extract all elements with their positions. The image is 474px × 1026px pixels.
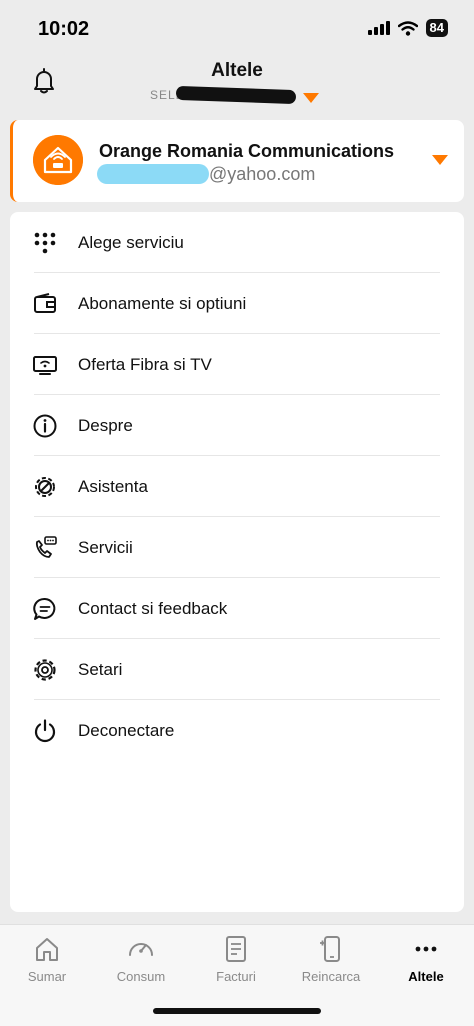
wallet-icon: [34, 293, 56, 313]
more-dots-icon: [415, 946, 437, 952]
menu-item-label: Oferta Fibra si TV: [78, 355, 212, 374]
signal-icon: [367, 21, 390, 35]
battery-indicator: 84: [425, 19, 448, 37]
phone-topup-icon: [320, 936, 340, 962]
redaction-mark: [175, 85, 297, 105]
menu-item-label: Servicii: [78, 538, 133, 557]
gear-wrench-icon: [35, 477, 55, 497]
page-title: Altele: [211, 60, 263, 81]
invoice-icon: [226, 936, 246, 962]
tab-consum[interactable]: Consum: [94, 925, 188, 995]
tab-altele[interactable]: Altele: [379, 925, 473, 995]
chat-bubble-icon: [33, 597, 56, 620]
menu-item-servicii[interactable]: Servicii: [10, 517, 464, 578]
page-header: Altele SELE: [0, 56, 474, 114]
dial-pad-icon: [34, 232, 56, 254]
status-bar: 10:02 84: [0, 0, 474, 56]
gear-icon: [34, 659, 56, 681]
home-indicator: [153, 1008, 321, 1014]
menu-item-abonamente[interactable]: Abonamente si optiuni: [10, 273, 464, 334]
wifi-icon: [397, 20, 418, 36]
tab-reincarca[interactable]: Reincarca: [284, 925, 378, 995]
menu-item-alege-serviciu[interactable]: Alege serviciu: [10, 212, 464, 273]
home-router-icon: [33, 135, 83, 185]
menu-item-contact-feedback[interactable]: Contact si feedback: [10, 578, 464, 639]
menu-item-oferta-fibra[interactable]: Oferta Fibra si TV: [10, 334, 464, 395]
menu-item-label: Despre: [78, 416, 133, 435]
status-icons: 84: [367, 19, 448, 37]
gauge-icon: [129, 943, 153, 956]
status-time: 10:02: [38, 18, 90, 40]
redaction-mark: [97, 164, 209, 184]
tab-label: Sumar: [27, 969, 67, 984]
tv-wifi-icon: [33, 356, 57, 375]
info-icon: [33, 414, 57, 438]
menu-item-deconectare[interactable]: Deconectare: [10, 700, 464, 761]
phone-chat-icon: [35, 536, 57, 558]
tab-label: Facturi: [216, 969, 256, 984]
tab-sumar[interactable]: Sumar: [0, 925, 94, 995]
menu-item-setari[interactable]: Setari: [10, 639, 464, 700]
menu-item-label: Asistenta: [78, 477, 148, 496]
tab-label: Altele: [408, 969, 444, 984]
menu-list: Alege serviciu Abonamente si optiuni Ofe…: [10, 212, 464, 912]
tab-label: Consum: [116, 969, 166, 984]
menu-item-despre[interactable]: Despre: [10, 395, 464, 456]
tab-facturi[interactable]: Facturi: [189, 925, 283, 995]
menu-item-label: Setari: [78, 660, 123, 679]
account-dropdown-caret-icon[interactable]: [432, 155, 448, 165]
menu-item-label: Deconectare: [78, 721, 175, 740]
tab-label: Reincarca: [301, 969, 361, 984]
menu-item-asistenta[interactable]: Asistenta: [10, 456, 464, 517]
account-email: @yahoo.com: [209, 164, 316, 184]
service-selector-caret-icon[interactable]: [303, 93, 319, 103]
menu-item-label: Abonamente si optiuni: [78, 294, 247, 313]
power-icon: [34, 719, 56, 743]
account-card[interactable]: Orange Romania Communications @yahoo.com: [10, 120, 464, 202]
menu-item-label: Alege serviciu: [78, 233, 184, 252]
account-name: Orange Romania Communications: [99, 141, 395, 161]
menu-item-label: Contact si feedback: [78, 599, 228, 618]
home-icon: [36, 938, 58, 961]
